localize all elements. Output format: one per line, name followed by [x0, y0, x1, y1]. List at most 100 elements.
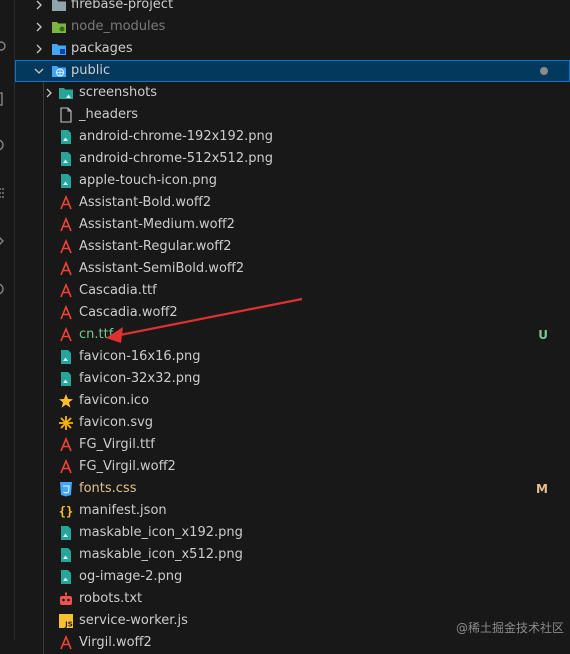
tree-file-item[interactable]: FG_Virgil.woff2	[15, 456, 570, 478]
file-label: android-chrome-512x512.png	[79, 151, 273, 166]
tree-file-item[interactable]: favicon-32x32.png	[15, 368, 570, 390]
indent-guide	[43, 412, 44, 434]
chevron-right-icon[interactable]	[31, 38, 47, 60]
tree-file-item[interactable]: og-image-2.png	[15, 566, 570, 588]
font-file-icon	[58, 635, 74, 651]
tree-folder-node-modules[interactable]: node_modules	[15, 16, 570, 38]
tree-folder-screenshots[interactable]: screenshots	[15, 82, 570, 104]
robot-file-icon	[58, 591, 74, 607]
indent-guide	[43, 170, 44, 192]
watermark-text: @稀土掘金技术社区	[455, 621, 564, 635]
untracked-badge: U	[538, 328, 548, 342]
explorer-panel: firebase-project node_modules packages p…	[15, 0, 570, 654]
tree-folder-packages[interactable]: packages	[15, 38, 570, 60]
indent-guide	[43, 258, 44, 280]
tree-file-item[interactable]: favicon.svg	[15, 412, 570, 434]
indent-guide	[43, 500, 44, 522]
file-tree: firebase-project node_modules packages p…	[15, 0, 570, 654]
public-folder-globe-icon	[51, 63, 67, 79]
svg-text:JS: JS	[64, 621, 73, 629]
tree-file-item[interactable]: maskable_icon_x512.png	[15, 544, 570, 566]
tree-file-item[interactable]: android-chrome-512x512.png	[15, 148, 570, 170]
indent-guide	[43, 302, 44, 324]
tree-file-item[interactable]: Assistant-Regular.woff2	[15, 236, 570, 258]
chevron-right-icon[interactable]	[31, 0, 47, 16]
folder-icon	[51, 0, 67, 13]
chevron-right-icon[interactable]	[31, 16, 47, 38]
tree-file-item[interactable]: _headers	[15, 104, 570, 126]
file-label: apple-touch-icon.png	[79, 173, 217, 188]
indent-guide	[43, 126, 44, 148]
account-icon[interactable]	[0, 282, 10, 296]
indent-guide	[43, 544, 44, 566]
file-label: Cascadia.woff2	[79, 305, 178, 320]
indent-guide	[43, 192, 44, 214]
search-icon[interactable]	[0, 40, 10, 54]
tree-file-item[interactable]: maskable_icon_x192.png	[15, 522, 570, 544]
tree-file-item[interactable]: fonts.css M	[15, 478, 570, 500]
file-label: Virgil.woff2	[79, 635, 152, 650]
tree-file-item[interactable]: Assistant-Medium.woff2	[15, 214, 570, 236]
js-file-icon: JS	[58, 613, 74, 629]
tree-file-item[interactable]: cn.ttf U	[15, 324, 570, 346]
indent-guide	[43, 214, 44, 236]
tree-file-item[interactable]: FG_Virgil.ttf	[15, 434, 570, 456]
indent-guide	[43, 390, 44, 412]
tree-file-item[interactable]: Assistant-Bold.woff2	[15, 192, 570, 214]
tree-file-item[interactable]: apple-touch-icon.png	[15, 170, 570, 192]
font-file-icon	[58, 437, 74, 453]
file-label: og-image-2.png	[79, 569, 183, 584]
file-label: Assistant-Regular.woff2	[79, 239, 232, 254]
tree-file-item[interactable]: favicon-16x16.png	[15, 346, 570, 368]
font-file-icon	[58, 261, 74, 277]
folder-label: screenshots	[79, 85, 158, 100]
node-folder-icon	[51, 19, 67, 35]
remote-explorer-icon[interactable]	[0, 234, 10, 248]
image-file-icon	[58, 129, 74, 145]
font-file-icon	[58, 327, 74, 343]
file-label: robots.txt	[79, 591, 143, 606]
tree-folder-firebase-project[interactable]: firebase-project	[15, 0, 570, 16]
font-file-icon	[58, 217, 74, 233]
run-debug-icon[interactable]	[0, 138, 10, 152]
file-label: fonts.css	[79, 481, 137, 496]
extensions-icon[interactable]	[0, 186, 10, 200]
modified-badge: M	[536, 482, 548, 496]
source-control-icon[interactable]	[0, 92, 10, 106]
tree-file-item[interactable]: Assistant-SemiBold.woff2	[15, 258, 570, 280]
file-label: maskable_icon_x192.png	[79, 525, 243, 540]
folder-label: node_modules	[71, 19, 166, 34]
indent-guide	[43, 104, 44, 126]
file-label: _headers	[79, 107, 139, 122]
tree-file-item[interactable]: android-chrome-192x192.png	[15, 126, 570, 148]
modified-dot-indicator	[540, 67, 548, 75]
tree-folder-public[interactable]: public	[15, 60, 570, 82]
indent-guide	[43, 456, 44, 478]
file-label: FG_Virgil.woff2	[79, 459, 176, 474]
tree-file-item[interactable]: Cascadia.ttf	[15, 280, 570, 302]
file-label: favicon-32x32.png	[79, 371, 201, 386]
tree-file-item[interactable]: favicon.ico	[15, 390, 570, 412]
indent-guide	[43, 368, 44, 390]
tree-file-item[interactable]: robots.txt	[15, 588, 570, 610]
file-label: manifest.json	[79, 503, 167, 518]
file-label: favicon.ico	[79, 393, 150, 408]
image-file-icon	[58, 547, 74, 563]
folder-label: firebase-project	[71, 0, 174, 12]
chevron-down-icon[interactable]	[31, 60, 47, 82]
image-file-icon	[58, 173, 74, 189]
packages-folder-icon	[51, 41, 67, 57]
tree-file-item[interactable]: {} manifest.json	[15, 500, 570, 522]
file-label: Cascadia.ttf	[79, 283, 157, 298]
file-label: Assistant-Medium.woff2	[79, 217, 235, 232]
image-file-icon	[58, 151, 74, 167]
file-label: service-worker.js	[79, 613, 188, 628]
svg-file-icon	[58, 415, 74, 431]
indent-guide	[43, 632, 44, 654]
file-label: favicon.svg	[79, 415, 154, 430]
image-file-icon	[58, 371, 74, 387]
tree-file-item[interactable]: Cascadia.woff2	[15, 302, 570, 324]
chevron-right-icon[interactable]	[41, 82, 57, 104]
indent-guide	[43, 522, 44, 544]
font-file-icon	[58, 239, 74, 255]
